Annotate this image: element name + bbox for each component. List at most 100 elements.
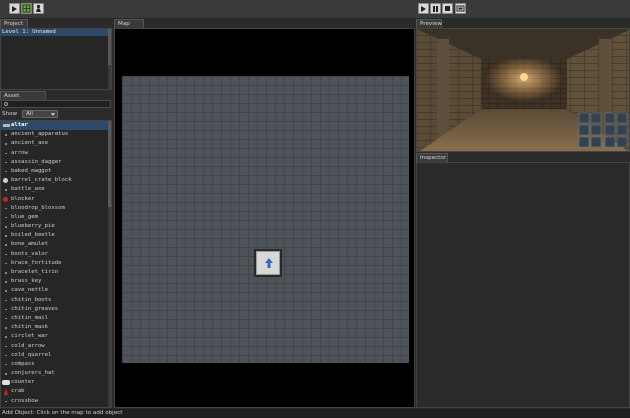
party-start-tile[interactable] <box>254 249 282 277</box>
dot-icon <box>5 363 7 366</box>
chevron-down-icon <box>51 113 55 116</box>
asset-item-label: cold_quarrel <box>11 351 52 358</box>
dot-icon <box>5 161 7 164</box>
asset-item-label: compass <box>11 360 35 367</box>
asset-item-label: altar <box>11 122 28 128</box>
preview-pause-button[interactable] <box>430 3 441 14</box>
asset-item-label: boiled_beetle <box>11 232 55 239</box>
dot-icon <box>5 216 7 219</box>
asset-item-crowern[interactable]: crowern <box>1 406 111 407</box>
dot-icon <box>5 189 7 191</box>
asset-item-boots-valor[interactable]: boots_valor <box>1 250 111 259</box>
party-arrow-icon <box>265 258 273 268</box>
asset-item-label: chitin_mask <box>11 324 49 331</box>
asset-item-cold-quarrel[interactable]: cold_quarrel <box>1 351 111 360</box>
asset-item-label: blocker <box>11 195 35 202</box>
inspector-header[interactable]: Inspector <box>416 153 448 162</box>
asset-item-crab[interactable]: crab <box>1 387 111 396</box>
asset-item-bloodrop-blossom[interactable]: bloodrop_blossom <box>1 204 111 213</box>
preview-play-button[interactable] <box>418 3 429 14</box>
asset-item-label: brass_key <box>11 278 42 285</box>
asset-item-label: chitin_greaves <box>11 305 59 312</box>
asset-item-label: ancient_apparatus <box>11 131 69 138</box>
asset-item-crossbow[interactable]: crossbow <box>1 397 111 406</box>
project-tree: Level 1: Unnamed <box>0 28 112 90</box>
grid-icon[interactable] <box>21 3 32 14</box>
dot-icon <box>5 400 7 403</box>
project-scrollbar[interactable] <box>108 29 111 89</box>
dot-icon <box>5 299 7 302</box>
project-item-level1[interactable]: Level 1: Unnamed <box>1 29 111 36</box>
dot-icon <box>5 354 7 357</box>
asset-item-bone-amulet[interactable]: bone_amulet <box>1 240 111 249</box>
asset-item-label: arrow <box>11 149 28 156</box>
asset-item-label: chitin_boots <box>11 296 52 303</box>
fullscreen-icon[interactable] <box>455 3 466 14</box>
asset-item-conjurers-hat[interactable]: conjurers_hat <box>1 369 111 378</box>
preview-viewport[interactable] <box>416 28 630 152</box>
barrel-icon <box>3 178 8 184</box>
dot-icon <box>5 281 7 283</box>
asset-item-brace-fortitude[interactable]: brace_fortitude <box>1 259 111 268</box>
asset-item-label: bloodrop_blossom <box>11 204 65 211</box>
show-filter-label: Show <box>2 111 18 117</box>
crab-icon <box>4 388 8 396</box>
asset-item-chitin-mask[interactable]: chitin_mask <box>1 323 111 332</box>
asset-item-label: circlet_war <box>11 333 49 340</box>
asset-list-scrollbar[interactable] <box>108 121 111 407</box>
asset-item-label: blueberry_pie <box>11 223 55 230</box>
dot-icon <box>5 272 7 274</box>
asset-item-blocker[interactable]: blocker <box>1 195 111 204</box>
search-icon <box>4 102 8 106</box>
asset-item-label: conjurers_hat <box>11 370 55 377</box>
preview-header[interactable]: Preview <box>416 19 442 28</box>
asset-item-chitin-greaves[interactable]: chitin_greaves <box>1 305 111 314</box>
asset-item-ancient-axe[interactable]: ancient_axe <box>1 139 111 148</box>
asset-item-blue-gem[interactable]: blue_gem <box>1 213 111 222</box>
asset-item-cold-arrow[interactable]: cold_arrow <box>1 342 111 351</box>
asset-item-baked-maggot[interactable]: baked_maggot <box>1 167 111 176</box>
dot-icon <box>5 345 7 347</box>
dot-icon <box>5 235 7 237</box>
asset-item-bracelet-tirin[interactable]: bracelet_tirin <box>1 268 111 277</box>
dot-icon <box>5 143 7 145</box>
crow-icon <box>4 406 8 407</box>
preview-stop-button[interactable] <box>442 3 453 14</box>
dot-icon <box>5 262 7 265</box>
asset-item-blueberry-pie[interactable]: blueberry_pie <box>1 222 111 231</box>
asset-item-altar[interactable]: altar <box>1 121 111 131</box>
dot-icon <box>5 373 7 375</box>
asset-item-chitin-boots[interactable]: chitin_boots <box>1 296 111 305</box>
dot-icon <box>5 308 7 311</box>
map-view[interactable] <box>114 28 415 408</box>
asset-item-chitin-mail[interactable]: chitin_mail <box>1 314 111 323</box>
asset-item-brass-key[interactable]: brass_key <box>1 277 111 286</box>
asset-item-battle-axe[interactable]: battle_axe <box>1 185 111 194</box>
asset-item-assassin-dagger[interactable]: assassin_dagger <box>1 158 111 167</box>
show-filter-select[interactable]: All <box>22 110 58 118</box>
asset-item-arrow[interactable]: arrow <box>1 149 111 158</box>
asset-item-compass[interactable]: compass <box>1 360 111 369</box>
asset-item-ancient-apparatus[interactable]: ancient_apparatus <box>1 130 111 139</box>
dot-icon <box>5 152 7 155</box>
asset-item-circlet-war[interactable]: circlet_war <box>1 332 111 341</box>
asset-item-boiled-beetle[interactable]: boiled_beetle <box>1 231 111 240</box>
asset-item-barrel-crate-block[interactable]: barrel_crate_block <box>1 176 111 185</box>
dot-icon <box>5 253 7 256</box>
counter-icon <box>2 380 10 386</box>
person-icon[interactable] <box>33 3 44 14</box>
asset-item-cave-nettle[interactable]: cave_nettle <box>1 286 111 295</box>
asset-item-label: battle_axe <box>11 186 45 193</box>
map-view-header[interactable]: Map View <box>114 19 144 36</box>
asset-item-label: blue_gem <box>11 213 38 220</box>
dot-icon <box>5 290 7 292</box>
asset-search-input[interactable] <box>1 100 111 108</box>
asset-browser-header[interactable]: Asset Browser <box>0 91 46 108</box>
play-icon[interactable] <box>9 3 20 14</box>
project-header[interactable]: Project <box>0 19 28 28</box>
main-toolbar <box>0 0 630 19</box>
asset-item-counter[interactable]: counter <box>1 378 111 387</box>
dot-icon <box>5 226 7 228</box>
asset-item-label: chitin_mail <box>11 314 49 321</box>
map-grid[interactable] <box>122 76 409 363</box>
